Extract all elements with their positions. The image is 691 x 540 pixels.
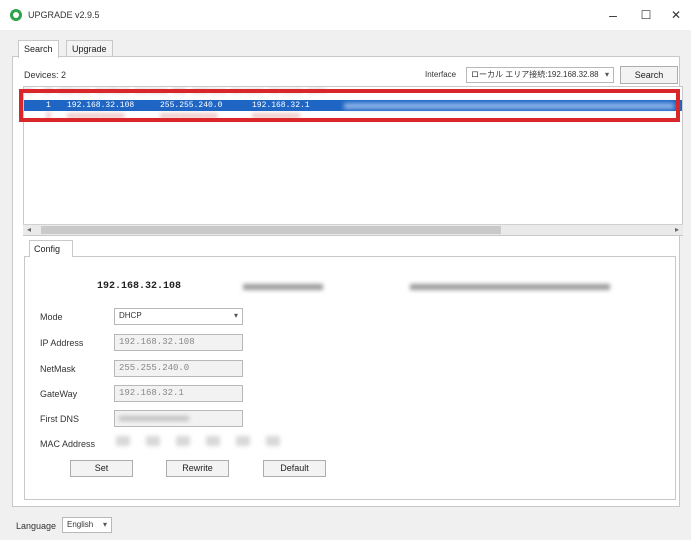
- netmask-field[interactable]: 255.255.240.0: [114, 360, 243, 377]
- language-label: Language: [16, 521, 57, 531]
- gateway-label: GateWay: [40, 389, 78, 399]
- mode-value: DHCP: [119, 311, 142, 320]
- ip-address-label: IP Address: [40, 338, 84, 348]
- interface-value: ローカル エリア接続:192.168.32.88: [471, 70, 599, 79]
- app-icon: [10, 9, 22, 21]
- close-button[interactable]: ✕: [663, 6, 689, 24]
- redacted-version: [410, 284, 610, 290]
- interface-select[interactable]: ローカル エリア接続:192.168.32.88 ▾: [466, 67, 614, 83]
- redacted-mac: [243, 284, 323, 290]
- first-dns-label: First DNS: [40, 414, 79, 424]
- tab-upgrade[interactable]: Upgrade: [66, 40, 113, 57]
- window-title: UPGRADE v2.9.5: [28, 10, 100, 20]
- language-value: English: [67, 520, 94, 529]
- set-button[interactable]: Set: [70, 460, 133, 477]
- mac-address-field[interactable]: [114, 436, 294, 450]
- rewrite-button[interactable]: Rewrite: [166, 460, 229, 477]
- devices-count: Devices: 2: [24, 70, 67, 80]
- gateway-field[interactable]: 192.168.32.1: [114, 385, 243, 402]
- highlight-box: [19, 89, 680, 122]
- scroll-left-icon[interactable]: ◂: [23, 225, 35, 235]
- mac-address-label: MAC Address: [40, 439, 96, 449]
- mac-segment: [206, 436, 220, 446]
- mac-segment: [146, 436, 160, 446]
- scrollbar-thumb[interactable]: [41, 226, 501, 234]
- language-select[interactable]: English ▾: [62, 517, 112, 533]
- mac-segment: [116, 436, 130, 446]
- mac-segment: [266, 436, 280, 446]
- status-bar: Language English ▾: [0, 512, 691, 540]
- netmask-label: NetMask: [40, 364, 76, 374]
- title-bar: UPGRADE v2.9.5 – ☐ ✕: [0, 0, 691, 30]
- chevron-down-icon: ▾: [604, 70, 609, 79]
- device-ip: 192.168.32.108: [97, 281, 182, 292]
- first-dns-field[interactable]: [114, 410, 243, 427]
- tab-config[interactable]: Config: [29, 240, 73, 257]
- mac-segment: [176, 436, 190, 446]
- mode-label: Mode: [40, 312, 63, 322]
- interface-label: Interface: [425, 70, 457, 79]
- redacted-dns: [119, 416, 189, 421]
- chevron-down-icon: ▾: [102, 520, 107, 529]
- horizontal-scrollbar[interactable]: ◂ ▸: [23, 224, 683, 235]
- chevron-down-icon: ▾: [233, 311, 238, 320]
- maximize-button[interactable]: ☐: [633, 6, 659, 24]
- ip-address-field[interactable]: 192.168.32.108: [114, 334, 243, 351]
- mac-segment: [236, 436, 250, 446]
- mode-select[interactable]: DHCP ▾: [114, 308, 243, 325]
- search-button[interactable]: Search: [620, 66, 678, 84]
- scroll-right-icon[interactable]: ▸: [671, 225, 683, 235]
- tab-search[interactable]: Search: [18, 40, 59, 58]
- default-button[interactable]: Default: [263, 460, 326, 477]
- minimize-button[interactable]: –: [600, 6, 626, 24]
